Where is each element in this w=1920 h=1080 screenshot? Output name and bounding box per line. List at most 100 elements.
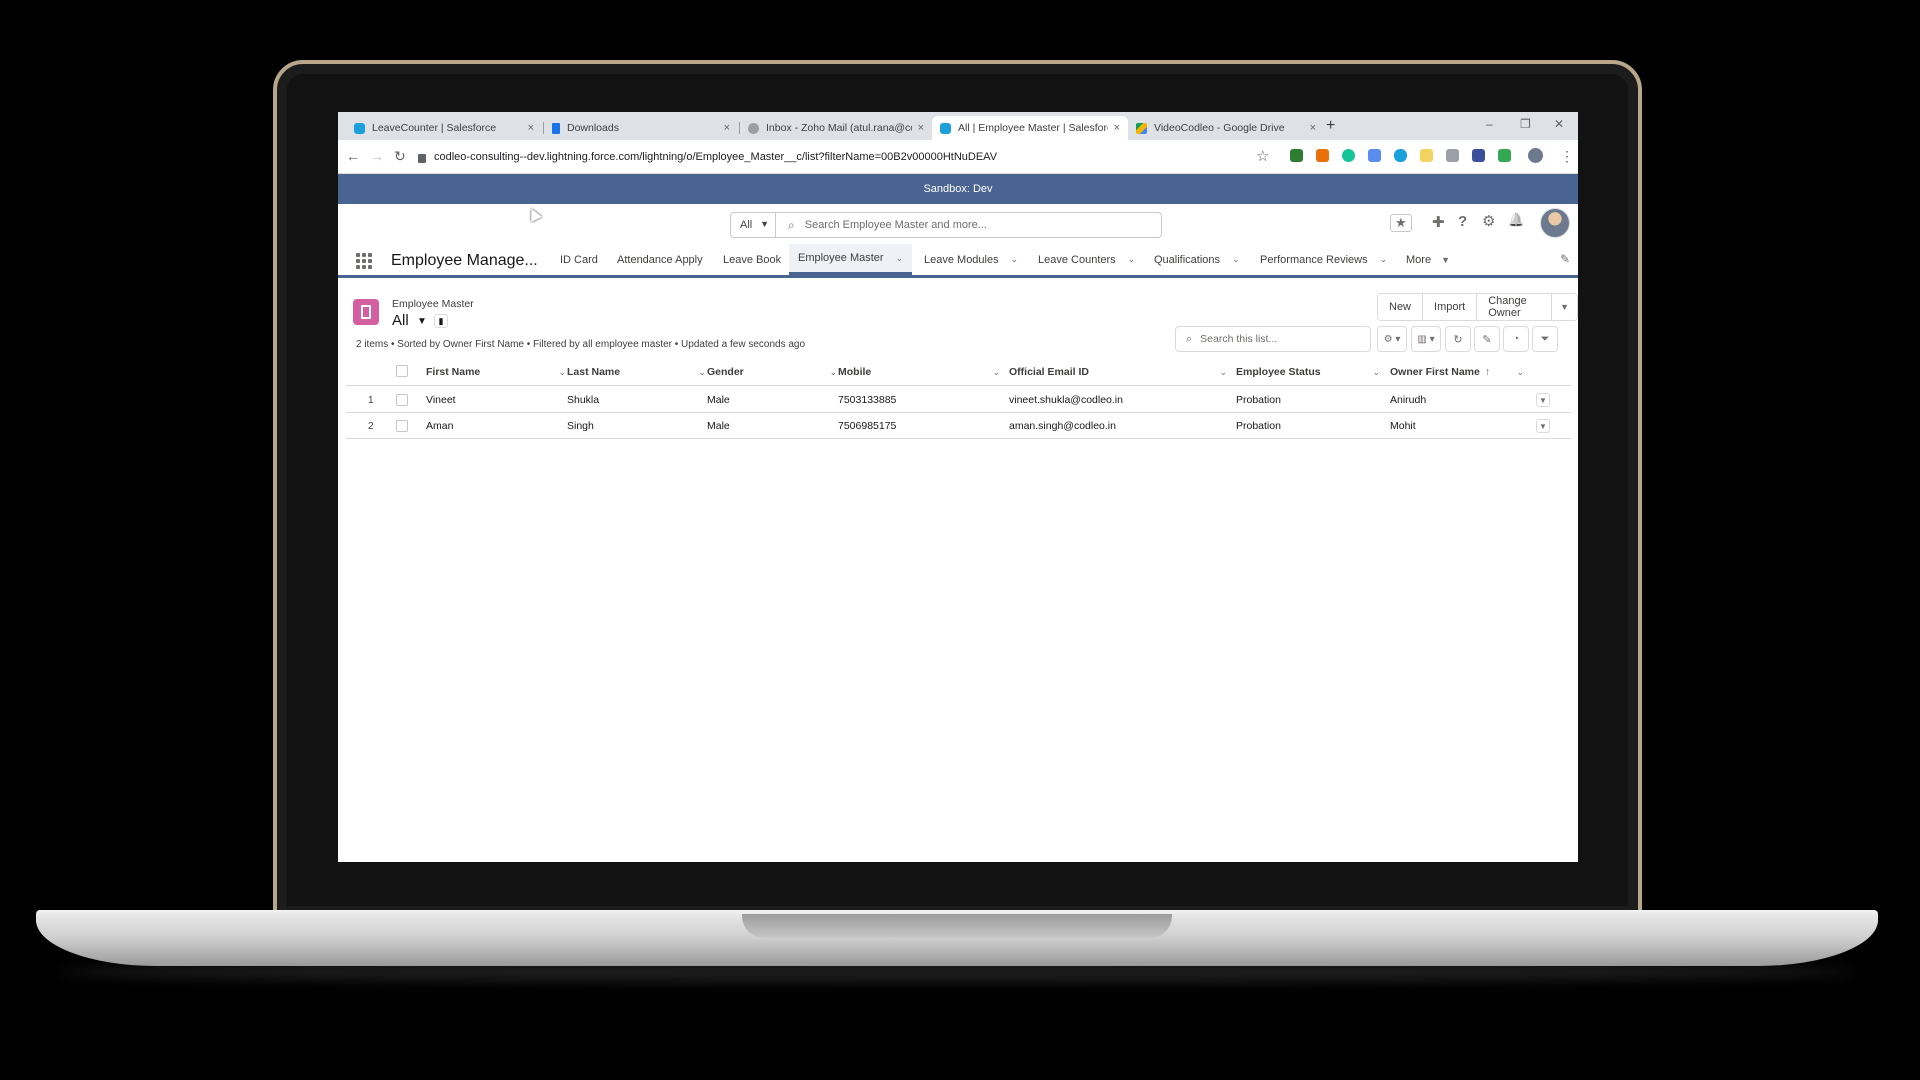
global-add-icon[interactable]: ✚ — [1432, 213, 1445, 231]
pin-icon[interactable]: ▮ — [434, 314, 448, 328]
column-header-owner-first-name[interactable]: Owner First Name ↑ ⌄ — [1390, 358, 1524, 386]
column-menu-chevron-icon[interactable]: ⌄ — [1372, 367, 1380, 378]
nav-item-qualifications[interactable]: Qualifications ⌄ — [1154, 244, 1240, 275]
user-avatar[interactable] — [1540, 208, 1570, 238]
import-button[interactable]: Import — [1423, 294, 1478, 320]
profile-avatar-icon[interactable] — [1528, 148, 1543, 163]
column-header-official-email-id[interactable]: Official Email ID ⌄ — [1009, 358, 1227, 386]
app-launcher-icon[interactable] — [356, 253, 372, 269]
reload-icon[interactable]: ↻ — [394, 148, 406, 165]
list-view-switcher-icon[interactable]: ▼ — [417, 316, 427, 327]
browser-tab-1[interactable]: LeaveCounter | Salesforce × — [346, 116, 542, 140]
forward-icon[interactable]: → — [370, 148, 384, 164]
minimize-icon[interactable]: – — [1486, 117, 1493, 131]
salesforce-cloud-icon — [354, 122, 365, 134]
employee-master-object-icon — [353, 299, 379, 325]
global-search-placeholder: Search Employee Master and more... — [804, 219, 987, 231]
list-view-page: Employee Master All ▼ ▮ New Import Chang… — [338, 281, 1578, 862]
column-header-first-name[interactable]: First Name ⌄ — [426, 358, 566, 386]
nav-item-leave-book[interactable]: Leave Book — [723, 244, 781, 275]
column-header-gender[interactable]: Gender ⌄ — [707, 358, 837, 386]
select-all-checkbox[interactable] — [396, 365, 408, 377]
row-checkbox[interactable] — [396, 394, 408, 406]
search-icon: ⌕ — [1186, 332, 1193, 345]
row-actions-menu-icon[interactable]: ▼ — [1536, 419, 1550, 433]
tab-close-icon[interactable]: × — [528, 122, 534, 134]
camera-icon[interactable] — [1446, 149, 1459, 162]
column-menu-chevron-icon[interactable]: ⌄ — [992, 367, 1000, 378]
edit-nav-pencil-icon[interactable]: ✎ — [1560, 252, 1570, 266]
column-header-mobile[interactable]: Mobile ⌄ — [838, 358, 1000, 386]
gear-icon[interactable]: ⚙ — [1482, 212, 1495, 230]
chevron-down-icon[interactable]: ⌄ — [1232, 254, 1240, 265]
tab-close-icon[interactable]: × — [1114, 122, 1120, 134]
browser-menu-icon[interactable]: ⋮ — [1560, 148, 1574, 165]
nav-item-more[interactable]: More ▼ — [1406, 244, 1450, 275]
list-settings-gear-icon[interactable]: ⚙ ▾ — [1377, 326, 1407, 352]
favorites-star-icon[interactable]: ★ — [1390, 214, 1412, 232]
row-checkbox[interactable] — [396, 420, 408, 432]
nav-item-performance-reviews[interactable]: Performance Reviews ⌄ — [1260, 244, 1387, 275]
display-as-table-icon[interactable]: ▥ ▾ — [1411, 326, 1441, 352]
inline-edit-pencil-icon[interactable]: ✎ — [1474, 326, 1500, 352]
window-close-icon[interactable]: ✕ — [1554, 117, 1564, 131]
nav-item-employee-master[interactable]: Employee Master ⌄ — [789, 244, 913, 275]
column-menu-chevron-icon[interactable]: ⌄ — [1219, 367, 1227, 378]
change-owner-button[interactable]: Change Owner — [1477, 294, 1553, 320]
refresh-icon[interactable]: ↻ — [1445, 326, 1471, 352]
extension-icon[interactable] — [1472, 149, 1485, 162]
column-label: Mobile — [838, 366, 872, 378]
table-row[interactable]: 1 Vineet Shukla Male 7503133885 vineet.s… — [346, 387, 1571, 413]
column-menu-chevron-icon[interactable]: ⌄ — [829, 367, 837, 378]
tab-close-icon[interactable]: × — [1310, 122, 1316, 134]
filter-icon[interactable]: ⏷ — [1532, 326, 1558, 352]
bell-icon[interactable]: 🔔 — [1508, 212, 1524, 228]
browser-tab-5[interactable]: VideoCodleo - Google Drive × — [1128, 116, 1324, 140]
chevron-down-icon[interactable]: ⌄ — [896, 253, 904, 264]
row-actions-menu-icon[interactable]: ▼ — [1536, 393, 1550, 407]
column-menu-chevron-icon[interactable]: ⌄ — [698, 367, 706, 378]
extension-icon[interactable] — [1316, 149, 1329, 162]
extension-icon[interactable] — [1368, 149, 1381, 162]
chevron-down-icon[interactable]: ⌄ — [1380, 254, 1388, 265]
column-label: Official Email ID — [1009, 366, 1089, 378]
column-menu-chevron-icon[interactable]: ⌄ — [558, 367, 566, 378]
nav-item-id-card[interactable]: ID Card — [560, 244, 598, 275]
column-header-last-name[interactable]: Last Name ⌄ — [567, 358, 706, 386]
table-row[interactable]: 2 Aman Singh Male 7506985175 aman.singh@… — [346, 413, 1571, 439]
bookmark-star-icon[interactable]: ☆ — [1256, 147, 1269, 165]
extension-icon[interactable] — [1498, 149, 1511, 162]
column-header-employee-status[interactable]: Employee Status ⌄ — [1236, 358, 1380, 386]
browser-tab-4-active[interactable]: All | Employee Master | Salesforc × — [932, 116, 1128, 140]
list-search-placeholder: Search this list... — [1200, 333, 1278, 345]
sandbox-label: Sandbox: Dev — [923, 183, 993, 195]
column-menu-chevron-icon[interactable]: ⌄ — [1516, 367, 1524, 378]
table-header: First Name ⌄ Last Name ⌄ Gender ⌄ Mobile ⌄ O… — [346, 358, 1571, 386]
more-actions-button[interactable]: ▼ — [1552, 294, 1577, 320]
nav-item-leave-counters[interactable]: Leave Counters ⌄ — [1038, 244, 1135, 275]
search-scope-select[interactable]: All ▼ — [730, 212, 776, 238]
extension-icon[interactable] — [1420, 149, 1433, 162]
browser-tab-3[interactable]: Inbox - Zoho Mail (atul.rana@co × — [740, 116, 932, 140]
url-field[interactable]: codleo-consulting--dev.lightning.force.c… — [418, 146, 1298, 168]
tab-close-icon[interactable]: × — [724, 122, 730, 134]
global-search-input[interactable]: ⌕ Search Employee Master and more... — [776, 212, 1162, 238]
restore-icon[interactable]: ❐ — [1520, 117, 1531, 131]
new-button[interactable]: New — [1378, 294, 1424, 320]
grammarly-icon[interactable] — [1342, 149, 1355, 162]
nav-item-leave-modules[interactable]: Leave Modules ⌄ — [924, 244, 1018, 275]
tab-close-icon[interactable]: × — [918, 122, 924, 134]
list-search-input[interactable]: ⌕ Search this list... — [1175, 326, 1371, 352]
list-view-name[interactable]: All — [392, 312, 409, 329]
new-tab-button[interactable]: + — [1326, 117, 1335, 135]
nav-item-attendance-apply[interactable]: Attendance Apply — [617, 244, 703, 275]
caret-down-icon[interactable]: ▼ — [1441, 255, 1450, 265]
chart-icon[interactable]: ◔ — [1503, 326, 1529, 352]
extension-icon[interactable] — [1290, 149, 1303, 162]
help-icon[interactable]: ? — [1458, 213, 1467, 230]
chevron-down-icon[interactable]: ⌄ — [1128, 254, 1136, 265]
chevron-down-icon[interactable]: ⌄ — [1011, 254, 1019, 265]
browser-tab-2[interactable]: Downloads × — [544, 116, 738, 140]
back-icon[interactable]: ← — [346, 148, 360, 164]
salesforce-extension-icon[interactable] — [1394, 149, 1407, 162]
